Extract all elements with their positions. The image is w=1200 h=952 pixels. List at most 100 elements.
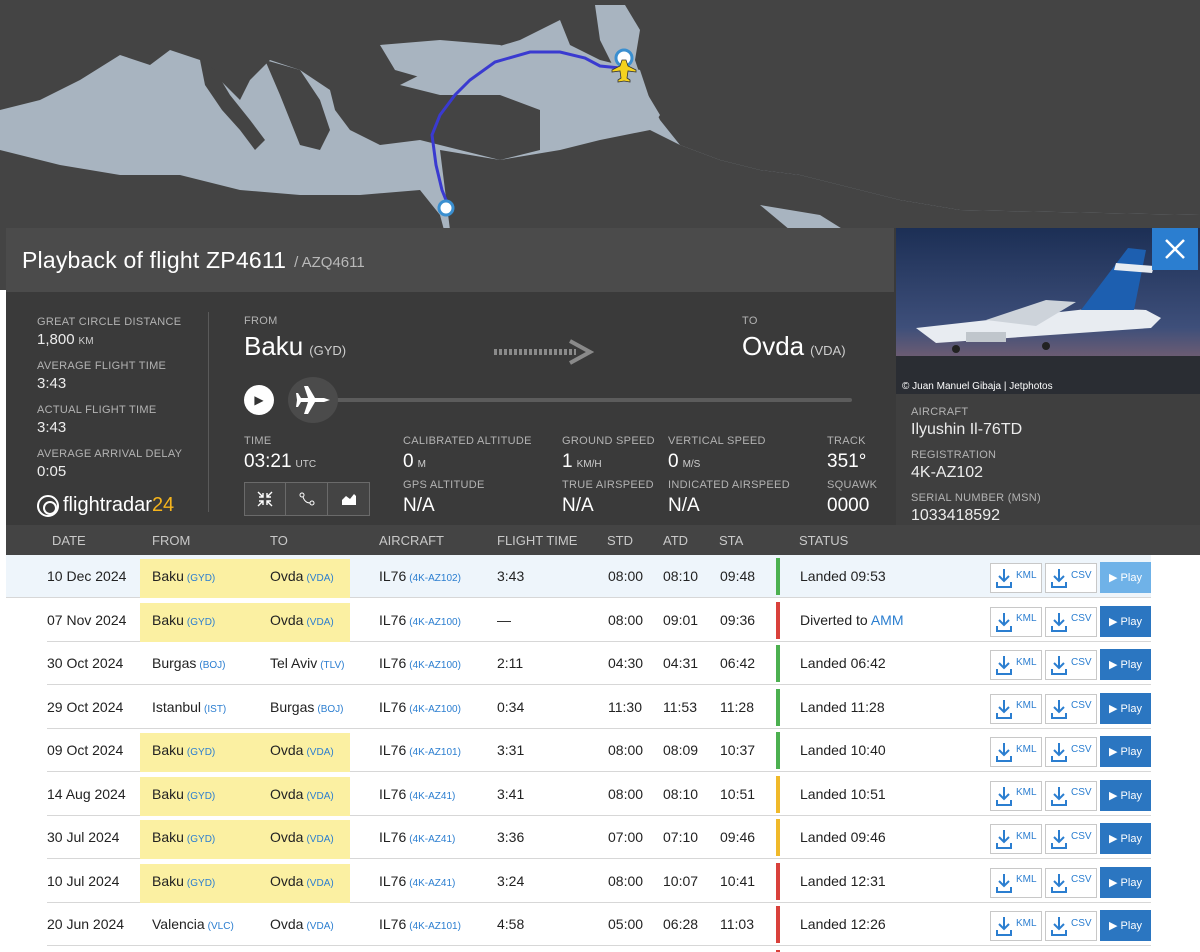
table-row[interactable] [0, 947, 1200, 952]
download-icon [1051, 743, 1067, 762]
cell-aircraft[interactable]: IL76 (4K-AZ41) [379, 786, 455, 802]
table-row[interactable]: 20 Jun 2024 Valencia (VLC) Ovda (VDA) IL76 (4K… [0, 903, 1200, 946]
csv-download-button[interactable]: CSV [1045, 650, 1097, 680]
table-row[interactable]: 29 Oct 2024 Istanbul (IST) Burgas (BOJ) IL76(… [0, 686, 1200, 729]
diverted-airport-link[interactable]: AMM [871, 612, 904, 628]
cell-to[interactable]: Tel Aviv (TLV) [270, 655, 344, 671]
cell-to[interactable]: Ovda (VDA) [270, 873, 334, 889]
csv-download-button[interactable]: CSV [1045, 563, 1097, 593]
kml-download-button[interactable]: KML [990, 693, 1042, 724]
cell-to[interactable]: Ovda (VDA) [270, 612, 334, 628]
play-flight-button[interactable]: ▶ Play [1100, 562, 1151, 593]
kml-download-button[interactable]: KML [990, 867, 1042, 898]
download-icon [996, 699, 1012, 719]
collapse-view-button[interactable] [244, 482, 286, 516]
play-flight-button[interactable]: ▶ Play [1100, 779, 1151, 811]
cell-aircraft[interactable]: IL76 (4K-AZ100) [379, 699, 461, 715]
download-icon [1051, 917, 1067, 936]
play-flight-button[interactable]: ▶ Play [1100, 736, 1151, 767]
cell-from[interactable]: Baku (GYD) [152, 742, 215, 758]
table-row[interactable]: 09 Oct 2024 Baku (GYD) Ovda (VDA) IL76 (4K-AZ1… [0, 729, 1200, 772]
destination-code: (VDA) [810, 343, 846, 358]
squawk-field: SQUAWK 0000 [827, 479, 877, 517]
cell-from[interactable]: Istanbul (IST) [152, 699, 226, 715]
destination-city[interactable]: Ovda [742, 331, 804, 361]
cell-aircraft[interactable]: IL76 (4K-AZ101) [379, 916, 461, 932]
flight-title: Playback of flight ZP4611 [22, 246, 287, 273]
csv-download-button[interactable]: CSV [1045, 867, 1097, 898]
route-view-button[interactable] [286, 482, 328, 516]
play-flight-button[interactable]: ▶ Play [1100, 605, 1151, 637]
csv-download-button[interactable]: CSV [1045, 824, 1097, 854]
cell-to[interactable]: Ovda (VDA) [270, 829, 334, 845]
altitude-graph-button[interactable] [328, 482, 370, 516]
cell-aircraft[interactable]: IL76 (4K-AZ41) [379, 829, 455, 845]
csv-download-button[interactable]: CSV [1045, 737, 1097, 767]
kml-download-button[interactable]: KML [990, 563, 1042, 593]
cell-from[interactable]: Burgas (BOJ) [152, 655, 225, 671]
cell-to[interactable]: Burgas (BOJ) [270, 699, 343, 715]
collapse-icon [257, 491, 273, 507]
cell-std: 08:00 [608, 611, 644, 628]
cell-atd: 06:28 [663, 916, 699, 932]
status-indicator [776, 688, 780, 726]
cell-to[interactable]: Ovda (VDA) [270, 916, 334, 932]
cell-date: 30 Oct 2024 [47, 655, 124, 671]
play-flight-button[interactable]: ▶ Play [1100, 910, 1151, 941]
cell-from[interactable]: Valencia (VLC) [152, 916, 234, 932]
kml-download-button[interactable]: KML [990, 824, 1042, 854]
play-flight-button[interactable]: ▶ Play [1100, 866, 1151, 898]
cell-date: 07 Nov 2024 [47, 611, 127, 628]
col-aircraft: AIRCRAFT [379, 533, 444, 548]
stat-label: AVERAGE ARRIVAL DELAY [37, 448, 183, 460]
kml-download-button[interactable]: KML [990, 650, 1042, 680]
kml-download-button[interactable]: KML [990, 606, 1042, 637]
cell-status: Landed 09:53 [800, 568, 886, 584]
origin-city[interactable]: Baku [244, 331, 303, 361]
cell-aircraft[interactable]: IL76 (4K-AZ100) [379, 655, 461, 671]
play-flight-button[interactable]: ▶ Play [1100, 692, 1151, 724]
csv-download-button[interactable]: CSV [1045, 911, 1097, 941]
cell-from[interactable]: Baku (GYD) [152, 612, 215, 628]
cell-date: 10 Dec 2024 [47, 568, 127, 584]
kml-download-button[interactable]: KML [990, 780, 1042, 811]
csv-download-button[interactable]: CSV [1045, 606, 1097, 637]
gps-alt-value: N/A [403, 495, 435, 516]
cell-aircraft[interactable]: IL76 (4K-AZ102) [379, 568, 461, 584]
table-row[interactable]: 14 Aug 2024 Baku (GYD) Ovda (VDA) IL76 (4K-AZ4… [0, 773, 1200, 816]
cell-from[interactable]: Baku (GYD) [152, 568, 215, 584]
table-row[interactable]: 10 Dec 2024 Baku (GYD) Ovda (VDA) IL76 (4K-AZ1… [0, 555, 1200, 598]
cell-from[interactable]: Baku (GYD) [152, 873, 215, 889]
cell-to[interactable]: Ovda (VDA) [270, 568, 334, 584]
table-row[interactable]: 10 Jul 2024 Baku (GYD) Ovda (VDA) IL76 (4K-AZ4… [0, 860, 1200, 903]
table-row[interactable]: 07 Nov 2024 Baku (GYD) Ovda (VDA) IL76 (4K-AZ1… [0, 599, 1200, 642]
cell-status: Landed 12:26 [800, 916, 886, 932]
cell-aircraft[interactable]: IL76 (4K-AZ41) [379, 873, 455, 889]
cell-aircraft[interactable]: IL76 (4K-AZ100) [379, 612, 461, 628]
cell-flight-time: 2:11 [497, 655, 524, 671]
playback-timeline[interactable] [290, 398, 852, 402]
csv-download-button[interactable]: CSV [1045, 693, 1097, 724]
play-flight-button[interactable]: ▶ Play [1100, 823, 1151, 854]
playback-controls: ▶ [244, 377, 854, 423]
photo-credit[interactable]: © Juan Manuel Gibaja | Jetphotos [902, 381, 1053, 392]
close-button[interactable] [1152, 228, 1198, 270]
cell-from[interactable]: Baku (GYD) [152, 786, 215, 802]
download-icon [996, 569, 1012, 588]
csv-download-button[interactable]: CSV [1045, 780, 1097, 811]
cell-to[interactable]: Ovda (VDA) [270, 786, 334, 802]
cell-aircraft[interactable]: IL76 (4K-AZ101) [379, 742, 461, 758]
play-flight-button[interactable]: ▶ Play [1100, 649, 1151, 680]
table-row[interactable]: 30 Jul 2024 Baku (GYD) Ovda (VDA) IL76 (4K-AZ4… [0, 816, 1200, 859]
cell-from[interactable]: Baku (GYD) [152, 829, 215, 845]
kml-download-button[interactable]: KML [990, 737, 1042, 767]
kml-download-button[interactable]: KML [990, 911, 1042, 941]
cell-sta: 10:37 [720, 742, 756, 758]
playback-scrubber[interactable] [288, 377, 338, 423]
cell-to[interactable]: Ovda (VDA) [270, 742, 334, 758]
track-value: 351° [827, 451, 867, 472]
cell-status: Landed 10:40 [800, 742, 886, 758]
play-button[interactable]: ▶ [244, 385, 274, 415]
table-row[interactable]: 30 Oct 2024 Burgas (BOJ) Tel Aviv (TLV) IL76(… [0, 642, 1200, 685]
flightradar24-logo[interactable]: flightradar 24 [37, 494, 174, 517]
